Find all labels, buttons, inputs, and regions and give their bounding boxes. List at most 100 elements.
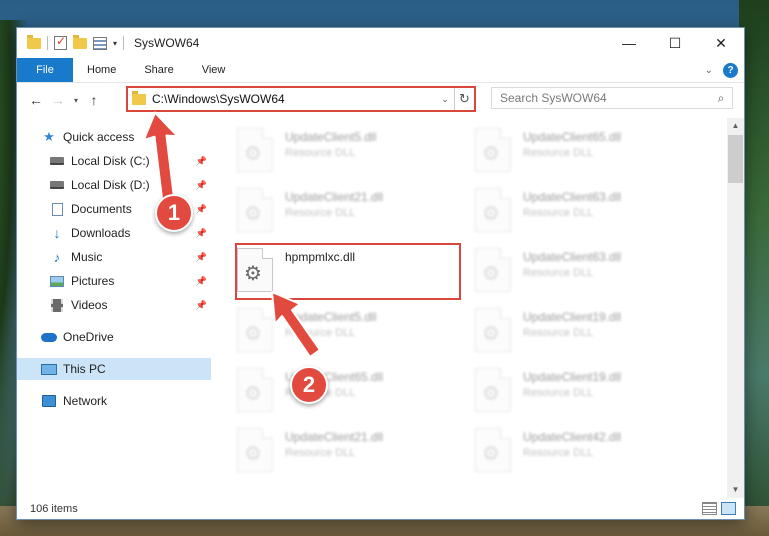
sidebar-item-local-disk-c[interactable]: Local Disk (C:) 📌 [17, 150, 211, 172]
file-type: Resource DLL [523, 447, 594, 459]
back-button[interactable]: ← [25, 88, 47, 112]
dll-file-icon [237, 128, 273, 172]
file-item[interactable]: UpdateClient5.dll Resource DLL [217, 120, 457, 180]
sidebar-item-music[interactable]: ♪ Music 📌 [17, 246, 211, 268]
file-name: UpdateClient21.dll [285, 190, 384, 204]
network-icon [41, 394, 57, 408]
file-type: Resource DLL [523, 327, 594, 339]
file-name: UpdateClient42.dll [523, 430, 622, 444]
dll-file-icon [237, 308, 273, 352]
pin-icon[interactable]: 📌 [196, 276, 207, 287]
dll-file-icon [237, 188, 273, 232]
file-item[interactable]: UpdateClient42.dll Resource DLL [455, 420, 695, 480]
dll-file-icon [475, 368, 511, 412]
file-type: Resource DLL [523, 207, 594, 219]
refresh-icon[interactable]: ↻ [454, 88, 474, 110]
recent-locations-icon[interactable]: ▾ [69, 88, 83, 112]
scroll-down-icon[interactable]: ▼ [727, 482, 744, 498]
pin-icon[interactable]: 📌 [196, 228, 207, 239]
file-highlight-box [235, 243, 461, 300]
sidebar-item-quick-access[interactable]: ★ Quick access [17, 126, 211, 148]
sidebar-item-label: Quick access [63, 130, 135, 144]
large-icons-view-icon[interactable] [721, 502, 736, 515]
sidebar-item-onedrive[interactable]: OneDrive [17, 326, 211, 348]
pin-icon[interactable]: 📌 [196, 300, 207, 311]
tab-home[interactable]: Home [73, 58, 130, 82]
pin-icon[interactable]: 📌 [196, 252, 207, 263]
download-icon: ↓ [53, 225, 61, 241]
close-button[interactable]: ✕ [698, 28, 744, 58]
file-item[interactable]: UpdateClient65.dll Resource DLL [455, 120, 695, 180]
tab-share[interactable]: Share [130, 58, 187, 82]
file-name: UpdateClient19.dll [523, 370, 622, 384]
file-name: UpdateClient5.dll [285, 130, 377, 144]
file-item[interactable]: UpdateClient19.dll Resource DLL [455, 300, 695, 360]
folder-icon [132, 90, 146, 105]
file-name: UpdateClient21.dll [285, 430, 384, 444]
file-item[interactable]: UpdateClient21.dll Resource DLL [217, 180, 457, 240]
search-box[interactable]: Search SysWOW64 ⌕ [491, 87, 733, 109]
sidebar-item-pictures[interactable]: Pictures 📌 [17, 270, 211, 292]
customize-dropdown-icon[interactable]: ▾ [113, 39, 117, 48]
file-name: UpdateClient19.dll [523, 310, 622, 324]
pin-icon[interactable]: 📌 [196, 180, 207, 191]
sidebar-item-network[interactable]: Network [17, 390, 211, 412]
ribbon-tabs: File Home Share View ⌄ ? [17, 58, 744, 83]
dll-file-icon [475, 308, 511, 352]
file-name: UpdateClient63.dll [523, 250, 622, 264]
quick-access-toolbar: ▾ [17, 28, 125, 58]
tab-view[interactable]: View [188, 58, 240, 82]
help-icon[interactable]: ? [723, 63, 738, 78]
dll-file-icon [475, 128, 511, 172]
pin-icon[interactable]: 📌 [196, 204, 207, 215]
address-bar[interactable]: C:\Windows\SysWOW64 ⌄ ↻ [126, 86, 476, 112]
up-button[interactable]: ↑ [83, 88, 105, 112]
file-item[interactable]: UpdateClient21.dll Resource DLL [217, 420, 457, 480]
navigation-pane: ★ Quick access Local Disk (C:) 📌 Local D… [17, 124, 211, 502]
tab-file[interactable]: File [17, 58, 73, 82]
file-type: Resource DLL [523, 147, 594, 159]
rename-icon[interactable] [93, 36, 107, 50]
step-1-badge: 1 [155, 194, 193, 232]
search-icon[interactable]: ⌕ [710, 91, 732, 106]
file-item[interactable]: UpdateClient5.dll Resource DLL [217, 300, 457, 360]
sidebar-item-local-disk-d[interactable]: Local Disk (D:) 📌 [17, 174, 211, 196]
file-item[interactable]: UpdateClient63.dll Resource DLL [455, 240, 695, 300]
sidebar-item-label: Network [63, 394, 108, 408]
minimize-button[interactable]: — [606, 28, 652, 58]
file-item[interactable]: UpdateClient63.dll Resource DLL [455, 180, 695, 240]
address-path[interactable]: C:\Windows\SysWOW64 [152, 92, 436, 106]
videos-icon [49, 298, 65, 312]
forward-button[interactable]: → [47, 88, 69, 112]
expand-ribbon-icon[interactable]: ⌄ [705, 65, 713, 76]
details-view-icon[interactable] [702, 502, 717, 515]
pin-icon[interactable]: 📌 [196, 156, 207, 167]
file-type: Resource DLL [285, 327, 356, 339]
pictures-icon [49, 274, 65, 288]
properties-check-icon[interactable] [54, 34, 67, 50]
sidebar-item-this-pc[interactable]: This PC [17, 358, 211, 380]
sidebar-item-label: This PC [63, 362, 106, 376]
file-name: UpdateClient63.dll [523, 190, 622, 204]
file-type: Resource DLL [285, 207, 356, 219]
status-bar: 106 items [17, 499, 744, 519]
maximize-button[interactable]: ☐ [652, 28, 698, 58]
sidebar-item-label: OneDrive [63, 330, 114, 344]
new-folder-icon[interactable] [73, 34, 87, 49]
file-item[interactable]: UpdateClient65.dll Resource DLL [217, 360, 457, 420]
drive-icon [49, 178, 65, 192]
title-bar: ▾ SysWOW64 — ☐ ✕ [17, 28, 744, 58]
scroll-up-icon[interactable]: ▲ [727, 118, 744, 134]
dll-file-icon [475, 188, 511, 232]
vertical-scrollbar[interactable]: ▲ ▼ [727, 118, 744, 498]
sidebar-item-label: Documents [71, 202, 132, 216]
sidebar-item-label: Local Disk (D:) [71, 178, 150, 192]
scrollbar-thumb[interactable] [728, 135, 743, 183]
address-dropdown-icon[interactable]: ⌄ [436, 94, 454, 105]
window-title: SysWOW64 [134, 36, 200, 50]
onedrive-icon [41, 330, 57, 344]
sidebar-item-videos[interactable]: Videos 📌 [17, 294, 211, 316]
search-input[interactable]: Search SysWOW64 [500, 91, 710, 105]
music-icon: ♪ [53, 249, 61, 265]
file-item[interactable]: UpdateClient19.dll Resource DLL [455, 360, 695, 420]
